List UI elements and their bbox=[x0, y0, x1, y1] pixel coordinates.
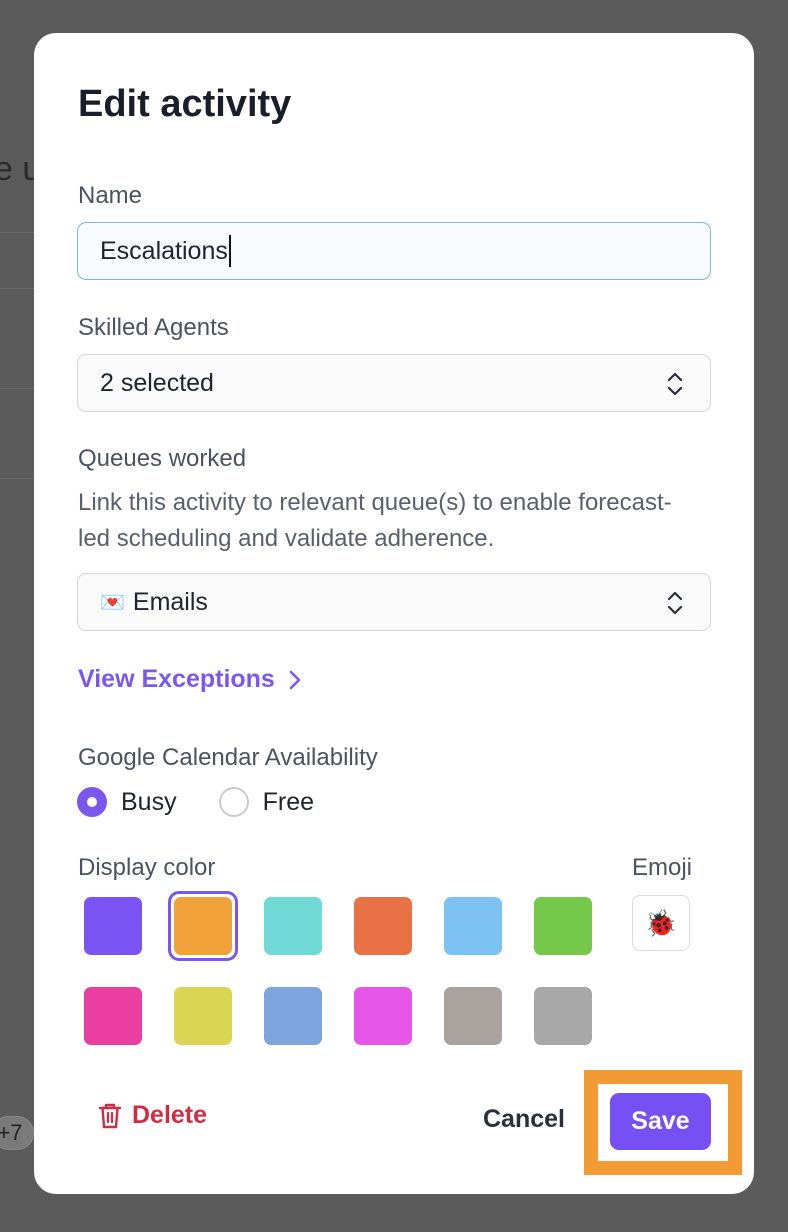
queues-help-text: Link this activity to relevant queue(s) … bbox=[78, 489, 672, 552]
edit-activity-modal: Edit activity Name Escalations Skilled A… bbox=[34, 33, 754, 1194]
queues-label: Queues worked bbox=[78, 445, 247, 472]
delete-button[interactable]: Delete bbox=[98, 1101, 207, 1130]
skilled-agents-label: Skilled Agents bbox=[78, 314, 229, 341]
ladybug-emoji-icon: 🐞 bbox=[644, 907, 678, 938]
free-radio-label: Free bbox=[262, 787, 314, 816]
chevron-updown-icon bbox=[667, 372, 683, 396]
color-swatch[interactable] bbox=[174, 987, 232, 1045]
view-exceptions-label: View Exceptions bbox=[78, 665, 275, 693]
view-exceptions-link[interactable]: View Exceptions bbox=[78, 665, 301, 694]
color-swatch[interactable] bbox=[534, 897, 592, 955]
busy-radio[interactable] bbox=[77, 787, 107, 817]
color-swatch[interactable] bbox=[354, 897, 412, 955]
skilled-agents-select[interactable]: 2 selected bbox=[77, 354, 711, 412]
cancel-button[interactable]: Cancel bbox=[483, 1105, 565, 1134]
queues-value: Emails bbox=[132, 587, 208, 616]
busy-radio-label: Busy bbox=[121, 787, 177, 816]
display-color-label: Display color bbox=[78, 854, 216, 881]
color-swatch[interactable] bbox=[174, 897, 232, 955]
chevron-updown-icon bbox=[667, 591, 683, 615]
emoji-label: Emoji bbox=[632, 854, 693, 881]
color-swatch[interactable] bbox=[84, 987, 142, 1045]
save-button[interactable]: Save bbox=[610, 1093, 711, 1150]
availability-radio-group: Busy Free bbox=[77, 787, 356, 817]
text-caret bbox=[228, 235, 231, 267]
name-input[interactable]: Escalations bbox=[77, 222, 711, 280]
modal-title: Edit activity bbox=[78, 83, 292, 125]
color-swatch[interactable] bbox=[444, 987, 502, 1045]
emoji-picker-button[interactable]: 🐞 bbox=[632, 895, 690, 951]
color-swatch[interactable] bbox=[264, 897, 322, 955]
color-swatch[interactable] bbox=[354, 987, 412, 1045]
delete-label: Delete bbox=[132, 1101, 208, 1129]
name-label: Name bbox=[78, 182, 143, 209]
chevron-right-icon bbox=[289, 670, 301, 689]
skilled-agents-value: 2 selected bbox=[100, 368, 214, 397]
free-radio[interactable] bbox=[218, 787, 249, 817]
availability-label: Google Calendar Availability bbox=[78, 744, 378, 771]
color-swatch[interactable] bbox=[84, 897, 142, 955]
background-count-pill: +7 bbox=[0, 1116, 34, 1150]
queues-select[interactable]: 💌 Emails bbox=[77, 573, 711, 631]
name-input-value: Escalations bbox=[100, 236, 228, 265]
color-swatch[interactable] bbox=[534, 987, 592, 1045]
color-swatch[interactable] bbox=[444, 897, 502, 955]
mail-emoji-icon: 💌 bbox=[100, 591, 125, 614]
trash-icon bbox=[98, 1103, 122, 1128]
color-swatch[interactable] bbox=[264, 987, 322, 1045]
